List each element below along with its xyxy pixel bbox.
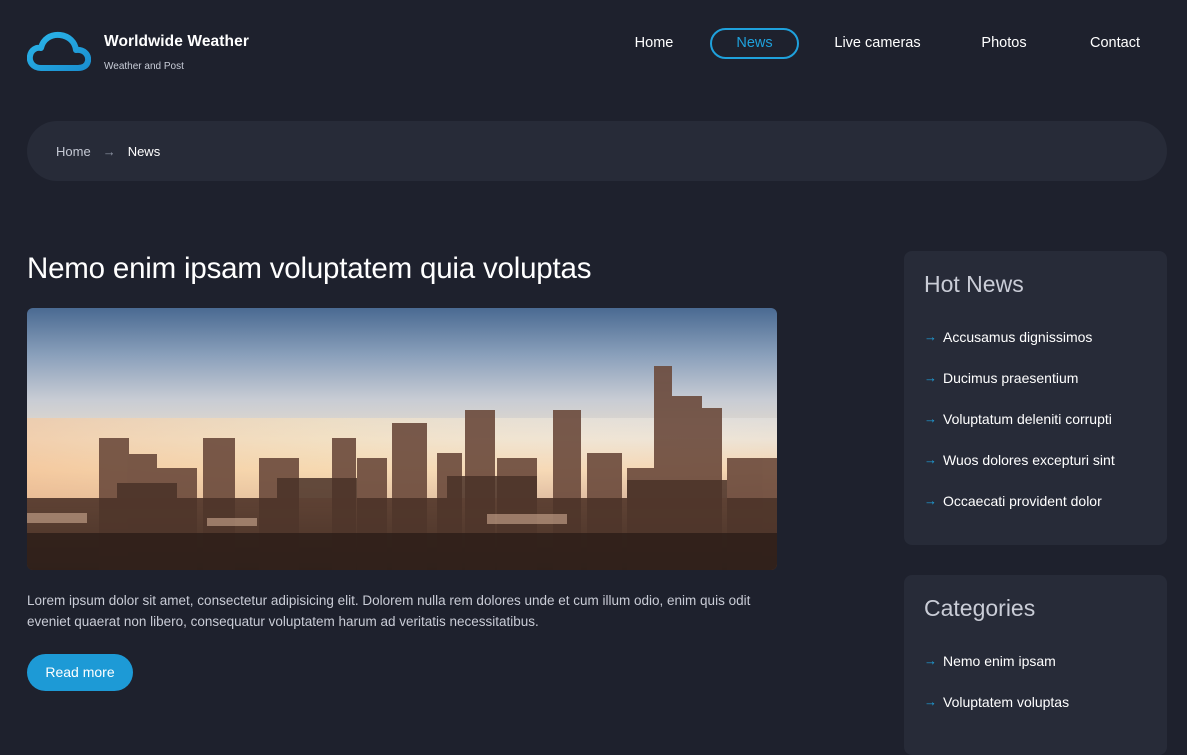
arrow-right-icon: → xyxy=(924,370,937,385)
arrow-right-icon: → xyxy=(924,329,937,344)
hot-news-item[interactable]: → Voluptatum deleniti corrupti xyxy=(924,411,1115,452)
brand-subtitle: Weather and Post xyxy=(104,61,184,72)
hot-news-label[interactable]: Accusamus dignissimos xyxy=(943,329,1092,345)
hot-news-item[interactable]: → Accusamus dignissimos xyxy=(924,329,1115,370)
hot-news-list: → Accusamus dignissimos → Ducimus praesent… xyxy=(924,329,1115,534)
arrow-right-icon: → xyxy=(924,653,937,668)
hot-news-label[interactable]: Wuos dolores excepturi sint xyxy=(943,452,1115,468)
category-item[interactable]: → Voluptatem voluptas xyxy=(924,694,1069,735)
read-more-button[interactable]: Read more xyxy=(27,654,133,691)
nav-item-live-cameras[interactable]: Live cameras xyxy=(826,28,929,59)
hot-news-title: Hot News xyxy=(924,271,1024,297)
hot-news-label[interactable]: Occaecati provident dolor xyxy=(943,493,1102,509)
site-header: Worldwide Weather Weather and Post Home … xyxy=(0,0,1187,90)
city-skyline-image[interactable] xyxy=(27,308,777,570)
nav-item-photos[interactable]: Photos xyxy=(970,28,1038,59)
skyline-illustration xyxy=(27,308,777,570)
nav-item-home[interactable]: Home xyxy=(622,28,686,59)
hot-news-label[interactable]: Ducimus praesentium xyxy=(943,370,1078,386)
categories-list: → Nemo enim ipsam → Voluptatem voluptas xyxy=(924,653,1069,735)
hot-news-item[interactable]: → Wuos dolores excepturi sint xyxy=(924,452,1115,493)
nav-item-news[interactable]: News xyxy=(710,28,799,59)
category-label[interactable]: Voluptatem voluptas xyxy=(943,694,1069,710)
breadcrumb-arrow-icon: → xyxy=(102,143,116,159)
hot-news-label[interactable]: Voluptatum deleniti corrupti xyxy=(943,411,1112,427)
category-item[interactable]: → Nemo enim ipsam xyxy=(924,653,1069,694)
arrow-right-icon: → xyxy=(924,452,937,467)
article-title[interactable]: Nemo enim ipsam voluptatem quia voluptas xyxy=(27,252,591,286)
hot-news-widget: Hot News → Accusamus dignissimos → Ducimus… xyxy=(904,251,1167,545)
categories-widget: Categories → Nemo enim ipsam → Voluptatem … xyxy=(904,575,1167,755)
category-label[interactable]: Nemo enim ipsam xyxy=(943,653,1056,669)
hot-news-item[interactable]: → Ducimus praesentium xyxy=(924,370,1115,411)
arrow-right-icon: → xyxy=(924,411,937,426)
breadcrumb-current: News xyxy=(127,143,161,159)
arrow-right-icon: → xyxy=(924,493,937,508)
arrow-right-icon: → xyxy=(924,694,937,709)
nav-item-contact[interactable]: Contact xyxy=(1080,28,1150,59)
breadcrumb: Home → News xyxy=(27,121,1167,181)
breadcrumb-home[interactable]: Home xyxy=(56,144,91,159)
article-excerpt: Lorem ipsum dolor sit amet, consectetur … xyxy=(27,593,751,629)
categories-title: Categories xyxy=(924,595,1036,621)
hot-news-item[interactable]: → Occaecati provident dolor xyxy=(924,493,1115,534)
main-nav: Home News Live cameras Photos Contact xyxy=(0,28,1187,59)
